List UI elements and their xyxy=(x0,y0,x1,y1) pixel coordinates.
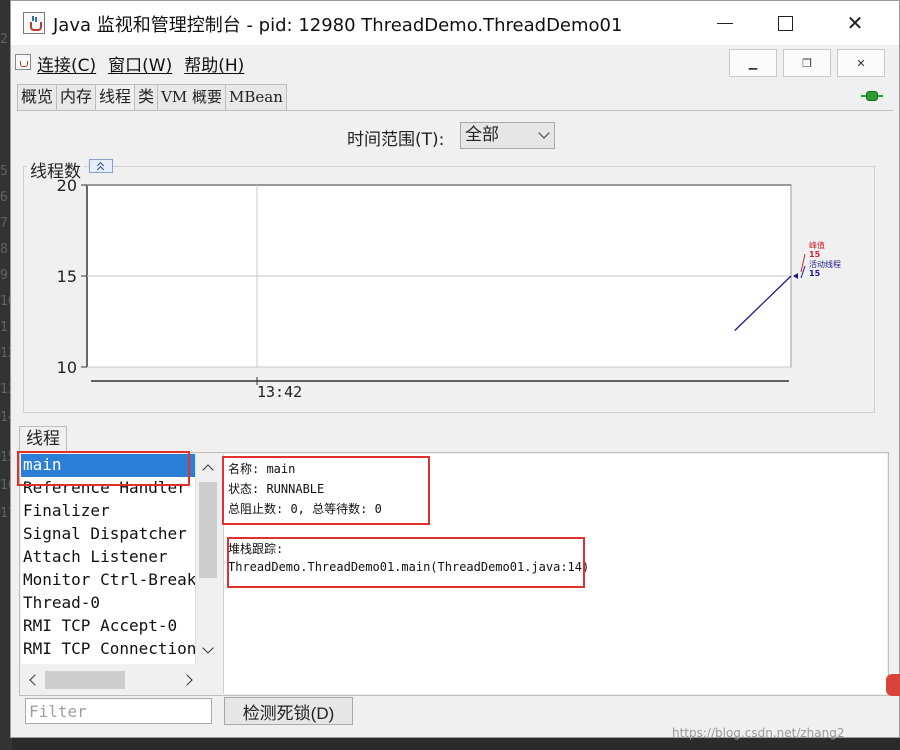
tab-bar: 概览 内存 线程 类 VM 概要 MBean xyxy=(17,84,287,111)
gutter-number: 9 xyxy=(0,268,8,283)
scroll-left-icon[interactable] xyxy=(29,674,41,686)
restore-icon: ❐ xyxy=(802,56,812,70)
x-tick-label: 13:42 xyxy=(257,383,302,401)
maximize-button[interactable] xyxy=(757,1,813,45)
maximize-icon xyxy=(777,15,793,31)
y-tick-label: 10 xyxy=(57,358,77,377)
scroll-down-icon[interactable] xyxy=(202,642,214,654)
scroll-thumb[interactable] xyxy=(199,482,217,578)
list-item[interactable]: Thread-0 xyxy=(21,592,195,615)
thread-list-vertical-scrollbar[interactable] xyxy=(195,454,219,664)
time-range-value: 全部 xyxy=(465,125,499,145)
gutter-number: 5 xyxy=(0,164,8,179)
minimize-button[interactable] xyxy=(697,1,753,45)
gutter-number: 2 xyxy=(0,32,8,47)
connection-plug-icon xyxy=(861,90,883,102)
list-item[interactable]: Finalizer xyxy=(21,500,195,523)
scroll-thumb[interactable] xyxy=(45,671,125,689)
legend-active-value: 15 xyxy=(809,269,821,278)
list-item[interactable]: RMI TCP Connection( xyxy=(21,638,195,661)
close-button[interactable]: ✕ xyxy=(827,1,883,45)
title-bar[interactable]: Java 监视和管理控制台 - pid: 12980 ThreadDemo.Th… xyxy=(11,1,899,45)
chevron-down-icon xyxy=(538,127,550,139)
thread-details: 名称: main 状态: RUNNABLE 总阻止数: 0, 总等待数: 0 堆… xyxy=(223,454,887,694)
thread-count-chart: 101520 13:42 峰值15活动线程15 xyxy=(57,176,841,401)
list-item[interactable]: Attach Listener xyxy=(21,546,195,569)
java-cup-icon xyxy=(15,54,31,70)
thread-counts: 总阻止数: 0, 总等待数: 0 xyxy=(228,502,382,516)
list-item[interactable]: Signal Dispatcher xyxy=(21,523,195,546)
tab-mbean[interactable]: MBean xyxy=(225,84,287,110)
scroll-up-icon[interactable] xyxy=(202,464,214,476)
legend-peak-label: 峰值 xyxy=(809,240,825,250)
java-cup-icon xyxy=(23,12,45,34)
thread-filter-input[interactable] xyxy=(25,698,212,724)
minimize-icon: ▁ xyxy=(748,56,758,70)
internal-minimize-button[interactable]: ▁ xyxy=(729,49,777,77)
tab-memory[interactable]: 内存 xyxy=(56,84,97,110)
menu-window[interactable]: 窗口(W) xyxy=(108,51,172,76)
y-tick-label: 20 xyxy=(57,176,77,195)
stack-trace-line: ThreadDemo.ThreadDemo01.main(ThreadDemo0… xyxy=(228,560,590,574)
y-tick-label: 15 xyxy=(57,267,77,286)
stack-trace-label: 堆栈跟踪: xyxy=(228,542,284,556)
internal-close-button[interactable]: ✕ xyxy=(837,49,885,77)
legend-active-label: 活动线程 xyxy=(809,259,841,269)
tab-classes[interactable]: 类 xyxy=(134,84,159,110)
list-item[interactable]: main xyxy=(21,454,195,477)
list-item[interactable]: Monitor Ctrl-Break xyxy=(21,569,195,592)
menu-connection[interactable]: 连接(C) xyxy=(37,51,96,76)
list-item[interactable]: RMI TCP Accept-0 xyxy=(21,615,195,638)
jconsole-window: Java 监视和管理控制台 - pid: 12980 ThreadDemo.Th… xyxy=(10,0,900,738)
tab-overview[interactable]: 概览 xyxy=(17,84,58,110)
legend-peak-value: 15 xyxy=(809,250,821,259)
detect-deadlock-button[interactable]: 检测死锁(D) xyxy=(224,697,353,725)
gutter-number: 7 xyxy=(0,216,8,231)
scroll-right-icon[interactable] xyxy=(181,674,193,686)
series-end-marker xyxy=(793,273,798,279)
close-icon: ✕ xyxy=(856,56,866,70)
internal-restore-button[interactable]: ❐ xyxy=(783,49,831,77)
watermark: https://blog.csdn.net/zhang2 xyxy=(672,726,845,740)
time-range-select[interactable]: 全部 xyxy=(460,122,555,149)
tab-vm-summary[interactable]: VM 概要 xyxy=(157,84,227,110)
thread-list-horizontal-scrollbar[interactable] xyxy=(21,668,219,692)
side-badge xyxy=(886,674,900,696)
thread-list[interactable]: main Reference Handler Finalizer Signal … xyxy=(21,454,195,664)
list-item[interactable]: Reference Handler xyxy=(21,477,195,500)
threads-subtab[interactable]: 线程 xyxy=(19,426,67,453)
gutter-number: 6 xyxy=(0,190,8,205)
gutter-number: 8 xyxy=(0,242,8,257)
minimize-icon xyxy=(717,22,733,24)
tab-threads[interactable]: 线程 xyxy=(95,84,136,111)
thread-state: 状态: RUNNABLE xyxy=(228,482,325,496)
time-range-label: 时间范围(T): xyxy=(347,130,445,150)
divider xyxy=(17,110,893,111)
thread-name: 名称: main xyxy=(228,462,296,476)
window-title: Java 监视和管理控制台 - pid: 12980 ThreadDemo.Th… xyxy=(53,15,623,36)
menu-help[interactable]: 帮助(H) xyxy=(184,51,244,76)
close-icon: ✕ xyxy=(846,11,864,35)
